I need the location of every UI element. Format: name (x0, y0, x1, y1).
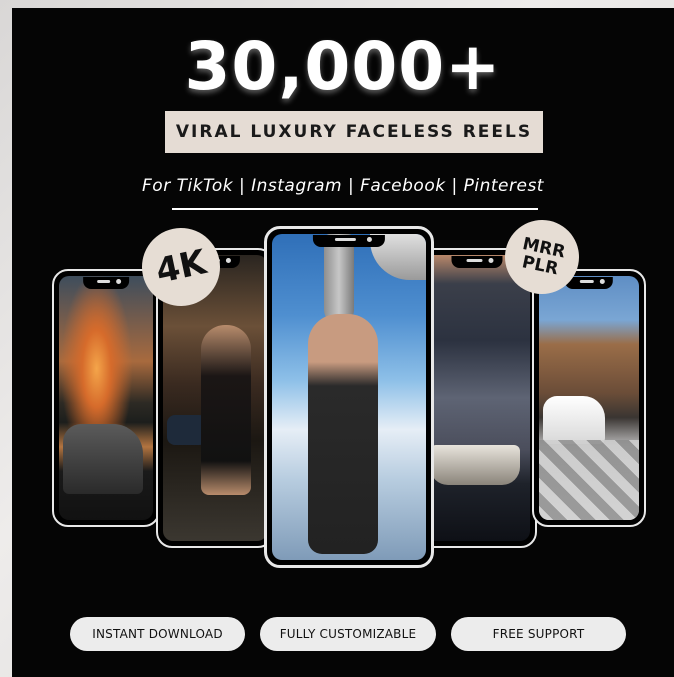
feature-label: INSTANT DOWNLOAD (92, 627, 223, 641)
phone-mockup-skydive (417, 248, 537, 548)
skydiver-shape (308, 314, 378, 554)
feature-label: FULLY CUSTOMIZABLE (279, 627, 417, 641)
boat-shape (63, 424, 143, 494)
feature-pill-instant-download: INSTANT DOWNLOAD (70, 617, 245, 651)
divider-line (172, 208, 538, 210)
phone-notch (451, 256, 503, 268)
reel-preview-villa (539, 276, 639, 520)
promo-panel: 30,000+ VIRAL LUXURY FACELESS REELS For … (12, 8, 674, 677)
feature-pill-free-support: FREE SUPPORT (451, 617, 626, 651)
yacht-shape (430, 445, 520, 485)
phone-mockup-villa (532, 269, 646, 527)
reel-preview-harbor (424, 255, 530, 541)
white-car-shape (543, 396, 605, 444)
phone-notch (312, 235, 386, 247)
subtitle-text: VIRAL LUXURY FACELESS REELS (175, 122, 533, 142)
phone-mockup-center (264, 226, 434, 568)
woman-shape (201, 325, 251, 495)
subtitle-banner: VIRAL LUXURY FACELESS REELS (165, 111, 543, 153)
tiled-driveway (539, 440, 639, 520)
badge-4k-text: 4K (152, 242, 210, 292)
phone-notch (564, 277, 614, 289)
phone-mockup-sunset (52, 269, 160, 527)
reel-preview-sunset (59, 276, 153, 520)
feature-label: FREE SUPPORT (492, 627, 585, 641)
reel-preview-skydive (272, 234, 426, 560)
platforms-line: For TikTok | Instagram | Facebook | Pint… (142, 176, 544, 196)
phone-notch (83, 277, 129, 289)
feature-pill-customizable: FULLY CUSTOMIZABLE (260, 617, 436, 651)
headline-count: 30,000+ (184, 28, 502, 105)
plane-fuselage-shape (324, 234, 354, 324)
